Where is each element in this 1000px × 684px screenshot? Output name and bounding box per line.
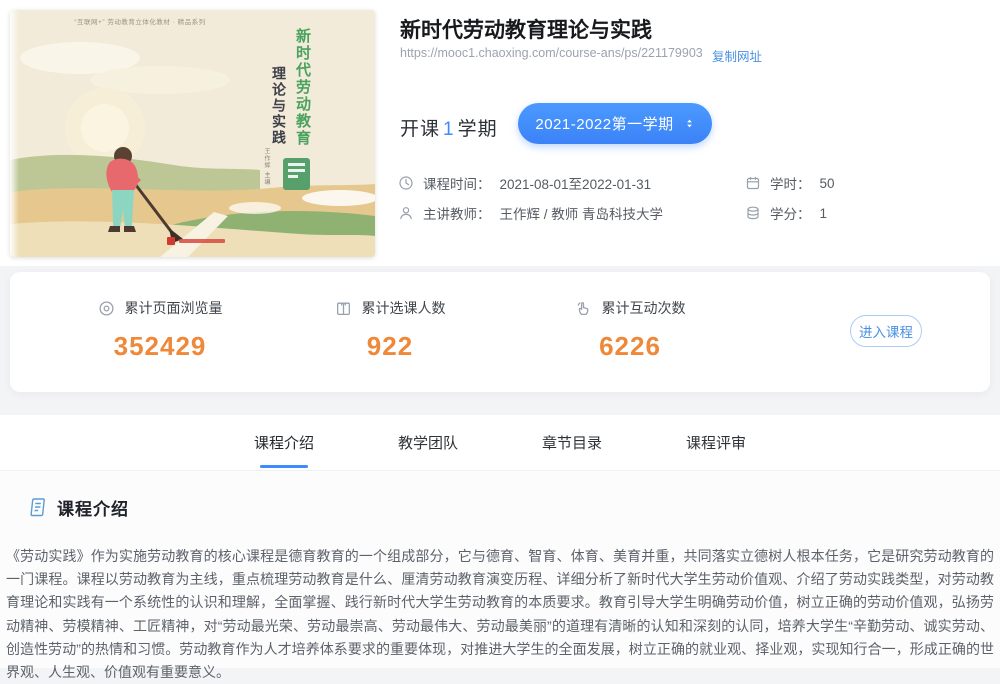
course-title: 新时代劳动教育理论与实践 [400, 14, 652, 44]
info-value: 2021-08-01至2022-01-31 [500, 173, 652, 193]
stat-value: 352429 [60, 331, 260, 362]
semester-suffix: 学期 [458, 119, 498, 140]
semester-dropdown[interactable]: 2021-2022第一学期 [518, 103, 712, 144]
info-label: 学时： [770, 173, 811, 193]
course-stats-card: 累计页面浏览量 352429 累计选课人数 922 累计互动次数 6226 进入… [10, 272, 990, 392]
course-credits-row: 学分： 1 [745, 203, 827, 223]
user-icon [398, 205, 414, 221]
info-value: 50 [820, 176, 835, 191]
stat-page-views: 累计页面浏览量 352429 [60, 298, 260, 362]
info-value: 王作辉 / 教师 青岛科技大学 [500, 203, 664, 223]
click-hand-icon [575, 300, 592, 317]
tab-teaching-team[interactable]: 教学团队 [398, 415, 458, 470]
info-label: 主讲教师： [423, 203, 491, 223]
course-hours-row: 学时： 50 [745, 173, 835, 193]
section-title: 课程介绍 [57, 495, 129, 520]
semester-dropdown-value: 2021-2022第一学期 [535, 113, 673, 134]
clock-icon [398, 175, 414, 191]
course-description: 《劳动实践》作为实施劳动教育的核心课程是德育教育的一个组成部分，它与德育、智育、… [6, 545, 994, 684]
document-icon [28, 497, 47, 518]
tab-course-review[interactable]: 课程评审 [686, 415, 746, 470]
course-teacher-row: 主讲教师： 王作辉 / 教师 青岛科技大学 [398, 203, 663, 223]
semester-label: 开课1学期 [400, 114, 498, 141]
calendar-icon [745, 175, 761, 191]
info-label: 课程时间： [423, 173, 491, 193]
course-tabs: 课程介绍 教学团队 章节目录 课程评审 [0, 415, 1000, 470]
stat-label: 累计互动次数 [602, 298, 686, 318]
cover-authors: 王作辉 主编 [262, 148, 271, 186]
book-icon [335, 300, 352, 317]
cover-title-main: 新时代劳动教育 [292, 28, 313, 147]
updown-arrows-icon [684, 117, 695, 130]
tab-course-intro[interactable]: 课程介绍 [254, 415, 314, 470]
course-intro-section: 课程介绍 《劳动实践》作为实施劳动教育的核心课程是德育教育的一个组成部分，它与德… [0, 470, 1000, 668]
stat-enrolled: 累计选课人数 922 [290, 298, 490, 362]
tab-chapter-catalog[interactable]: 章节目录 [542, 415, 602, 470]
stat-label: 累计页面浏览量 [125, 298, 223, 318]
course-header: “互联网+” 劳动教育立体化教材 · 精品系列 新时代劳动教育 理论与实践 王作… [0, 0, 1000, 266]
stat-label: 累计选课人数 [362, 298, 446, 318]
enter-course-button[interactable]: 进入课程 [850, 315, 922, 347]
stat-value: 6226 [530, 331, 730, 362]
stat-value: 922 [290, 331, 490, 362]
info-label: 学分： [770, 203, 811, 223]
semester-count: 1 [440, 119, 458, 140]
cover-title-sub: 理论与实践 [269, 66, 289, 146]
course-cover-image: “互联网+” 劳动教育立体化教材 · 精品系列 新时代劳动教育 理论与实践 王作… [10, 10, 375, 257]
course-url: https://mooc1.chaoxing.com/course-ans/ps… [400, 46, 703, 60]
eye-icon [98, 300, 115, 317]
stat-interactions: 累计互动次数 6226 [530, 298, 730, 362]
section-header: 课程介绍 [28, 495, 129, 520]
info-value: 1 [820, 206, 828, 221]
copy-url-link[interactable]: 复制网址 [712, 46, 762, 65]
credits-icon [745, 205, 761, 221]
semester-prefix: 开课 [400, 119, 440, 140]
cover-illustration [10, 10, 375, 257]
course-time-row: 课程时间： 2021-08-01至2022-01-31 [398, 173, 651, 193]
cover-series-text: “互联网+” 劳动教育立体化教材 · 精品系列 [20, 16, 260, 26]
cover-page-edge [10, 10, 19, 257]
